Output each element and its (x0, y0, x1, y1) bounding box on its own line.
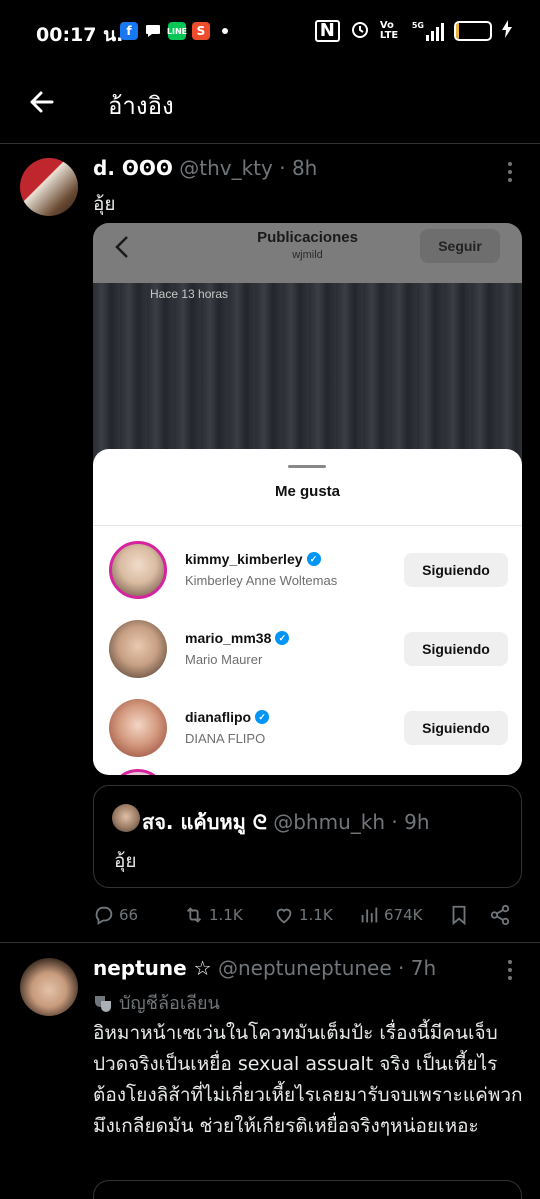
chat-bubble-icon (144, 22, 162, 40)
volte-label: Vo LTE (379, 19, 399, 41)
views-button[interactable]: 674K (358, 904, 422, 926)
avatar (109, 541, 167, 599)
system-icons: N Vo LTE 5G 8 (314, 19, 512, 42)
like-row: dianaflipo ✓ DIANA FLIPO Siguiendo (93, 693, 522, 763)
more-notifications-dot (222, 28, 228, 34)
nfc-icon: N (314, 19, 340, 42)
shopee-icon: S (192, 22, 210, 40)
like-row: kimmy_kimberley ✓ Kimberley Anne Woltema… (93, 535, 522, 605)
tweet1-author-name[interactable]: d. ʘʘʘ (93, 156, 173, 180)
sheet-handle (288, 465, 326, 468)
like-count: 1.1K (299, 906, 333, 924)
ig-header: Publicaciones wjmild Seguir (93, 223, 522, 283)
avatar (109, 699, 167, 757)
heart-icon (276, 908, 292, 924)
views-count: 674K (384, 906, 423, 924)
battery-icon: 8 (454, 20, 492, 41)
ig-follow-button: Seguir (420, 229, 500, 263)
like-username-text: kimmy_kimberley (185, 551, 303, 567)
tweet2-more-button[interactable] (498, 958, 522, 982)
quoted-header: สจ. แค้บหมู ᘓ @bhmu_kh · 9h (142, 806, 430, 838)
tweet1-timestamp[interactable]: · 8h (279, 156, 317, 180)
like-username: kimmy_kimberley ✓ (185, 551, 321, 567)
more-vertical-icon (508, 162, 512, 182)
theater-masks-icon (95, 995, 111, 1012)
share-button[interactable] (489, 904, 511, 926)
avatar (109, 769, 167, 775)
avatar-thv-kty[interactable] (20, 158, 78, 216)
avatar (109, 620, 167, 678)
tweet2-timestamp[interactable]: · 7h (398, 956, 436, 980)
quoted-author-handle[interactable]: @bhmu_kh (273, 810, 385, 834)
tweet-divider (0, 942, 540, 943)
tweet1-media-image[interactable]: Publicaciones wjmild Seguir Hace 13 hora… (93, 223, 522, 775)
ig-post-time: Hace 13 horas (150, 287, 229, 301)
bookmark-icon (452, 905, 466, 926)
reply-icon (95, 906, 113, 925)
quoted-tweet[interactable]: สจ. แค้บหมู ᘓ @bhmu_kh · 9h อุ้ย (93, 785, 522, 888)
verified-badge-icon: ✓ (255, 710, 270, 724)
like-username: mario_mm38 ✓ (185, 630, 290, 646)
verified-badge-icon: ✓ (275, 631, 290, 645)
like-username: dianaflipo ✓ (185, 709, 270, 725)
verified-badge-icon: ✓ (306, 552, 321, 566)
share-icon (490, 904, 510, 926)
parody-label: บัญชีล้อเลียน (93, 988, 220, 1017)
arrow-left-icon (30, 91, 54, 113)
retweet-button[interactable]: 1.1K (183, 904, 243, 926)
page-title: อ้างอิง (108, 92, 174, 120)
battery-level: 8 (468, 22, 478, 38)
tweet1-header: d. ʘʘʘ @thv_kty · 8h (93, 156, 317, 180)
retweet-icon (186, 907, 202, 923)
sheet-divider (93, 525, 522, 526)
more-vertical-icon (508, 960, 512, 980)
tweet2-text: อิหมาหน้าเซเว่นในโควทมันเต็มป้ะ เรื่องนี… (93, 1022, 523, 1137)
status-bar: 00:17 น. f LINE S N Vo LTE 5G 8 (0, 0, 540, 62)
alarm-icon (350, 19, 370, 42)
views-chart-icon (361, 907, 378, 923)
avatar-neptune[interactable] (20, 958, 78, 1016)
bookmark-button[interactable] (448, 904, 470, 926)
quoted-avatar[interactable] (112, 804, 140, 832)
reply-button[interactable]: 66 (93, 904, 138, 926)
tweet1-actions: 66 1.1K 1.1K 674K (93, 900, 522, 932)
quoted-timestamp[interactable]: · 9h (391, 810, 429, 834)
tweet1-author-handle[interactable]: @thv_kty (179, 156, 273, 180)
tweet1-text: อุ้ย (93, 193, 116, 215)
facebook-icon: f (120, 22, 138, 40)
likes-sheet-title: Me gusta (274, 483, 340, 500)
tweet2-header: neptune ☆ @neptuneptunee · 7h (93, 956, 436, 980)
following-button: Siguiendo (404, 632, 508, 666)
following-button: Siguiendo (404, 711, 508, 745)
tweet2-media-card[interactable] (93, 1180, 522, 1199)
like-username-text: mario_mm38 (185, 630, 272, 646)
like-fullname: DIANA FLIPO (185, 731, 266, 746)
notification-icons: f LINE S (120, 22, 228, 40)
tweet1-more-button[interactable] (498, 160, 522, 184)
like-button[interactable]: 1.1K (273, 904, 333, 926)
charging-icon (502, 20, 512, 41)
top-bar: อ้างอิง (0, 62, 540, 144)
tweet2-author-handle[interactable]: @neptuneptunee (218, 956, 392, 980)
back-button[interactable] (26, 86, 58, 118)
network-label: 5G (411, 20, 424, 30)
likes-sheet: Me gusta kimmy_kimberley ✓ Kimberley Ann… (93, 449, 522, 775)
like-fullname: Mario Maurer (185, 652, 263, 667)
signal-icon: 5G (412, 21, 444, 41)
reply-count: 66 (119, 906, 139, 924)
like-username-text: dianaflipo (185, 709, 252, 725)
following-button: Siguiendo (404, 553, 508, 587)
like-fullname: Kimberley Anne Woltemas (185, 573, 338, 588)
parody-label-text: บัญชีล้อเลียน (119, 993, 220, 1014)
quoted-author-name[interactable]: สจ. แค้บหมู ᘓ (142, 810, 267, 834)
like-row: mario_mm38 ✓ Mario Maurer Siguiendo (93, 614, 522, 684)
status-time: 00:17 น. (36, 24, 124, 46)
tweet2-author-name[interactable]: neptune ☆ (93, 956, 212, 980)
line-icon: LINE (167, 22, 187, 40)
quoted-text: อุ้ย (114, 850, 137, 872)
retweet-count: 1.1K (209, 906, 243, 924)
